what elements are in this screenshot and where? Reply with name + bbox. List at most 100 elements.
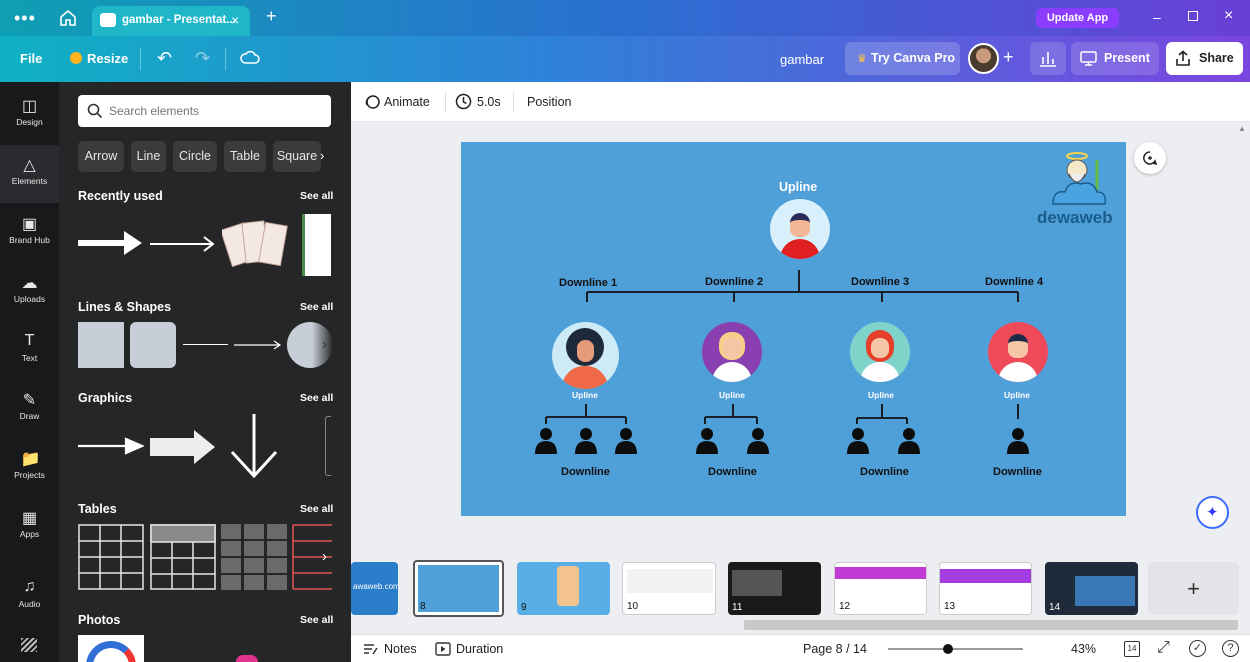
try-pro-button[interactable]: ♛ Try Canva Pro <box>845 42 960 75</box>
line-thumbnail[interactable] <box>183 344 228 345</box>
horizontal-scrollbar[interactable] <box>744 620 1238 630</box>
resize-button[interactable]: Resize <box>87 51 128 66</box>
tab-title: gambar - Presentat... <box>122 14 236 26</box>
table-filled-thumbnail[interactable] <box>221 524 287 590</box>
new-tab-icon[interactable]: + <box>266 6 277 27</box>
tab-document[interactable]: gambar - Presentat... × <box>92 6 250 36</box>
rail-item-elements[interactable]: △ Elements <box>0 145 59 203</box>
fullscreen-icon[interactable]: ⤢ <box>1157 639 1170 657</box>
thick-arrow-thumbnail[interactable] <box>78 228 144 258</box>
duration-toggle[interactable]: Duration <box>456 642 503 656</box>
chip-table[interactable]: Table <box>224 141 266 172</box>
crown-icon: ♛ <box>857 53 867 65</box>
arrow-graphic-thumbnail[interactable] <box>78 436 144 458</box>
insights-button[interactable] <box>1030 42 1066 75</box>
see-all-recent[interactable]: See all <box>300 190 333 202</box>
page-thumb-8[interactable]: 8 <box>413 560 504 617</box>
scroll-up-arrow[interactable]: ▲ <box>1238 124 1246 133</box>
chip-line[interactable]: Line <box>131 141 166 172</box>
rail-item-label: Elements <box>11 176 48 186</box>
chevron-right-icon[interactable]: › <box>322 236 327 253</box>
down-arrow-thumbnail[interactable] <box>228 414 280 480</box>
rail-item-brand-hub[interactable]: ▣ Brand Hub <box>0 204 59 262</box>
close-icon[interactable]: × <box>231 12 239 28</box>
chart-icon <box>1040 52 1056 67</box>
cloud-sync-icon[interactable] <box>240 49 260 65</box>
rail-item-uploads[interactable]: ☁ Uploads <box>0 263 59 321</box>
help-icon[interactable]: ? <box>1222 640 1239 657</box>
notes-button[interactable]: Notes <box>384 642 417 656</box>
avatar[interactable] <box>968 43 999 74</box>
shapes-icon: △ <box>23 157 36 174</box>
home-icon[interactable] <box>59 9 77 27</box>
magic-assistant-button[interactable]: ✦ <box>1196 496 1229 529</box>
page-indicator[interactable]: Page 8 / 14 <box>803 642 867 656</box>
table-grid-thumbnail[interactable] <box>78 524 144 590</box>
page-thumb-14[interactable]: 14 <box>1045 562 1138 615</box>
see-all-graphics[interactable]: See all <box>300 392 333 404</box>
position-button[interactable]: Position <box>527 95 571 109</box>
maximize-icon[interactable] <box>1188 11 1198 21</box>
line-arrow-thumbnail[interactable] <box>234 338 282 352</box>
see-all-tables[interactable]: See all <box>300 503 333 515</box>
page-thumb-11[interactable]: 11 <box>728 562 821 615</box>
rail-item-apps[interactable]: ▦ Apps <box>0 498 59 556</box>
present-button[interactable]: Present <box>1071 42 1159 75</box>
rail-item-audio[interactable]: ♫ Audio <box>0 568 59 626</box>
page-thumb-7[interactable]: awaweb.com <box>351 562 398 615</box>
page-thumb-13[interactable]: 13 <box>939 562 1032 615</box>
page-thumb-12[interactable]: 12 <box>834 562 927 615</box>
chevron-right-icon[interactable]: › <box>322 548 327 565</box>
slide-canvas[interactable]: dewaweb Upline Downline 1 Downline 2 Dow… <box>461 142 1126 516</box>
zoom-slider-track[interactable] <box>888 648 1023 650</box>
share-label: Share <box>1199 51 1234 65</box>
file-menu[interactable]: File <box>20 51 42 66</box>
see-all-lines[interactable]: See all <box>300 301 333 313</box>
bottom-bar: Notes Duration Page 8 / 14 43% 14 ⤢ ✓ ? <box>351 634 1250 662</box>
chip-square[interactable]: Square <box>273 141 321 172</box>
add-page-button[interactable]: + <box>1148 562 1239 615</box>
block-arrow-thumbnail[interactable] <box>150 430 216 464</box>
zoom-slider-thumb[interactable] <box>943 644 953 654</box>
window-close-icon[interactable]: × <box>1224 7 1233 25</box>
duration-button[interactable]: 5.0s <box>477 95 501 109</box>
minimize-icon[interactable]: – <box>1153 9 1161 25</box>
rail-item-projects[interactable]: 📁 Projects <box>0 439 59 497</box>
chip-arrow[interactable]: Arrow <box>78 141 124 172</box>
text-icon: T <box>24 332 35 349</box>
thin-arrow-thumbnail[interactable] <box>150 234 216 254</box>
see-all-photos[interactable]: See all <box>300 614 333 626</box>
square-shape-thumbnail[interactable] <box>78 322 124 368</box>
photo-thumbnail-1[interactable] <box>78 635 144 662</box>
pages-grid-button[interactable]: 14 <box>1124 641 1140 657</box>
rounded-square-thumbnail[interactable] <box>130 322 176 368</box>
more-icon[interactable]: ••• <box>14 8 36 29</box>
graphic-thumbnail-4[interactable] <box>325 416 331 476</box>
redo-icon[interactable]: ↷ <box>195 48 210 69</box>
check-icon[interactable]: ✓ <box>1189 640 1206 657</box>
photo-thumbnail-2[interactable] <box>236 655 258 662</box>
rail-item-design[interactable]: ◫ Design <box>0 86 59 144</box>
rail-item-label: Projects <box>14 470 45 480</box>
add-comment-button[interactable] <box>1134 142 1166 174</box>
receipt-thumbnail[interactable] <box>222 218 288 270</box>
rail-pattern-icon[interactable] <box>21 638 37 652</box>
rail-item-text[interactable]: T Text <box>0 322 59 380</box>
search-box[interactable] <box>78 95 331 127</box>
document-name[interactable]: gambar <box>780 52 824 67</box>
undo-icon[interactable]: ↶ <box>157 48 172 69</box>
table-header-thumbnail[interactable] <box>150 524 216 590</box>
update-app-button[interactable]: Update App <box>1036 8 1119 28</box>
chevron-right-icon[interactable]: › <box>320 148 324 163</box>
page-thumb-10[interactable]: 10 <box>622 562 716 615</box>
search-input[interactable] <box>109 101 319 121</box>
share-button[interactable]: Share <box>1166 42 1243 75</box>
animate-button[interactable]: Animate <box>384 95 430 109</box>
add-collaborator-icon[interactable]: + <box>1003 47 1014 68</box>
chevron-right-icon[interactable]: › <box>322 336 327 353</box>
rail-item-draw[interactable]: ✎ Draw <box>0 380 59 438</box>
chip-circle[interactable]: Circle <box>173 141 217 172</box>
page-thumb-9[interactable]: 9 <box>517 562 610 615</box>
zoom-level[interactable]: 43% <box>1071 642 1096 656</box>
context-toolbar: Animate 5.0s Position <box>351 82 1250 122</box>
